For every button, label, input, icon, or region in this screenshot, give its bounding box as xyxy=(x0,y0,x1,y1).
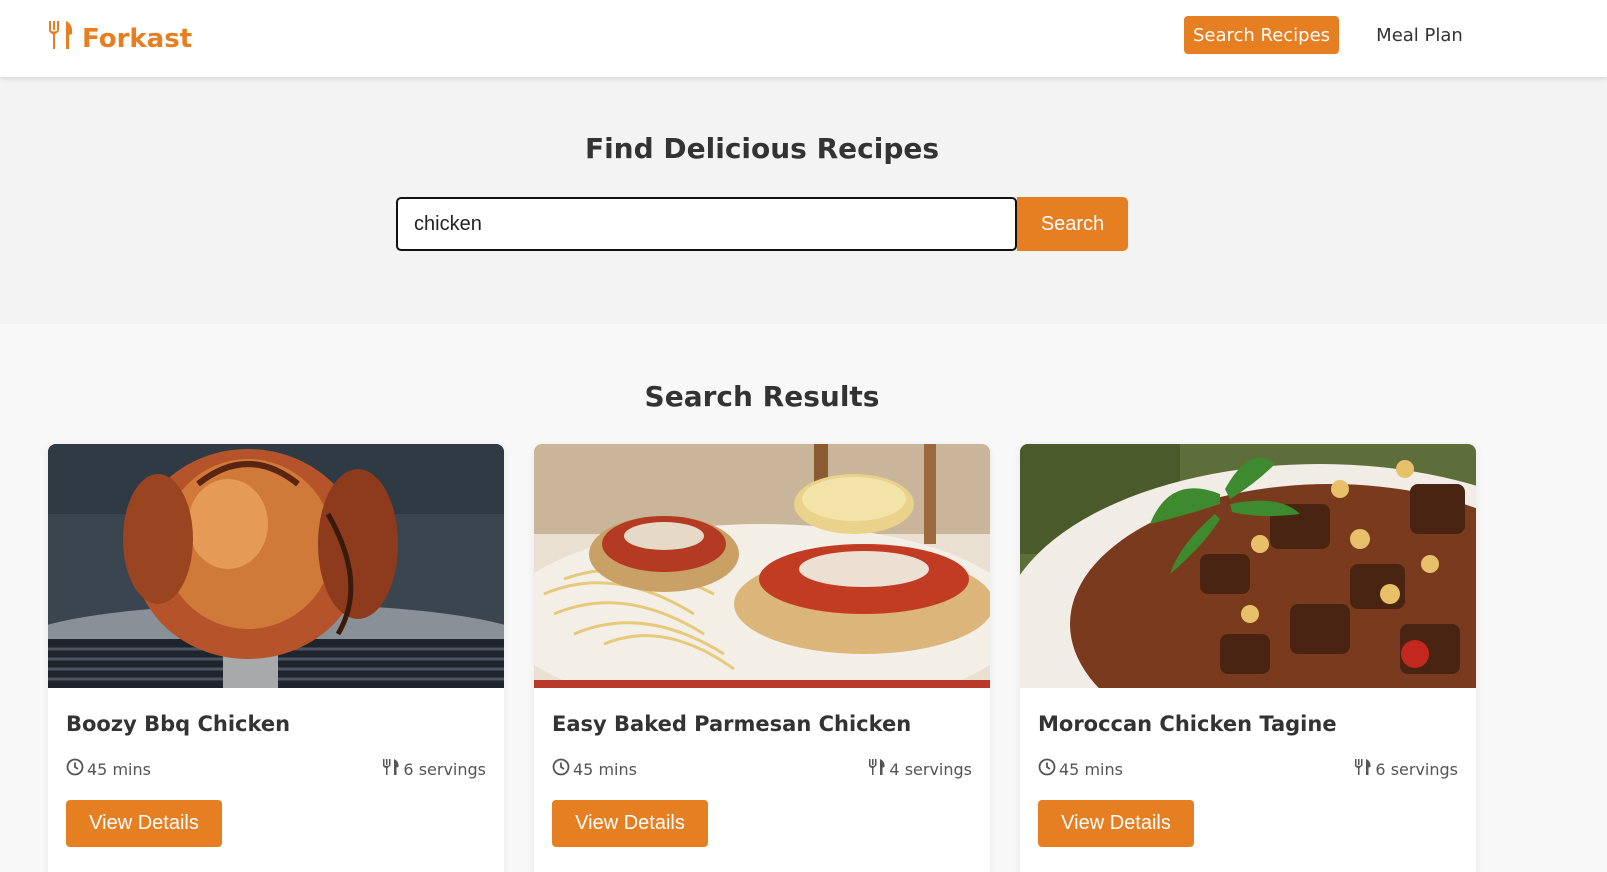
search-button[interactable]: Search xyxy=(1017,197,1128,251)
brand-name: Forkast xyxy=(82,23,193,54)
recipe-time: 45 mins xyxy=(1038,758,1123,780)
view-details-button[interactable]: View Details xyxy=(66,800,222,847)
nav-search-recipes[interactable]: Search Recipes xyxy=(1184,16,1339,54)
utensils-icon xyxy=(868,758,886,780)
recipe-title: Boozy Bbq Chicken xyxy=(66,712,291,736)
recipe-servings-text: 4 servings xyxy=(889,759,972,779)
results-title: Search Results xyxy=(644,380,880,413)
search-input[interactable] xyxy=(396,197,1017,251)
recipe-servings: 6 servings xyxy=(1354,758,1458,780)
recipe-title: Moroccan Chicken Tagine xyxy=(1038,712,1337,736)
utensils-icon xyxy=(382,758,400,780)
view-details-button[interactable]: View Details xyxy=(552,800,708,847)
clock-icon xyxy=(66,758,84,780)
recipe-image xyxy=(534,444,990,688)
recipe-image xyxy=(48,444,504,688)
recipe-card: Moroccan Chicken Tagine 45 mins 6 servin… xyxy=(1020,444,1476,872)
recipe-time-text: 45 mins xyxy=(573,759,637,779)
brand-logo[interactable]: Forkast xyxy=(48,20,192,57)
hero-section: Find Delicious Recipes Search xyxy=(0,77,1607,324)
recipe-title: Easy Baked Parmesan Chicken xyxy=(552,712,912,736)
utensils-icon xyxy=(1354,758,1372,780)
clock-icon xyxy=(1038,758,1056,780)
recipe-time: 45 mins xyxy=(552,758,637,780)
recipe-card: Easy Baked Parmesan Chicken 45 mins 4 se… xyxy=(534,444,990,872)
recipe-image xyxy=(1020,444,1476,688)
recipe-servings-text: 6 servings xyxy=(1375,759,1458,779)
clock-icon xyxy=(552,758,570,780)
recipe-time: 45 mins xyxy=(66,758,151,780)
recipe-servings: 4 servings xyxy=(868,758,972,780)
recipe-time-text: 45 mins xyxy=(87,759,151,779)
recipe-servings: 6 servings xyxy=(382,758,486,780)
recipe-time-text: 45 mins xyxy=(1059,759,1123,779)
navbar: Forkast Search Recipes Meal Plan xyxy=(0,0,1607,77)
nav-meal-plan[interactable]: Meal Plan xyxy=(1362,16,1477,54)
recipe-servings-text: 6 servings xyxy=(403,759,486,779)
page-title: Find Delicious Recipes xyxy=(584,132,940,165)
view-details-button[interactable]: View Details xyxy=(1038,800,1194,847)
recipe-card: Boozy Bbq Chicken 45 mins 6 servings Vie… xyxy=(48,444,504,872)
utensils-icon xyxy=(48,20,74,57)
